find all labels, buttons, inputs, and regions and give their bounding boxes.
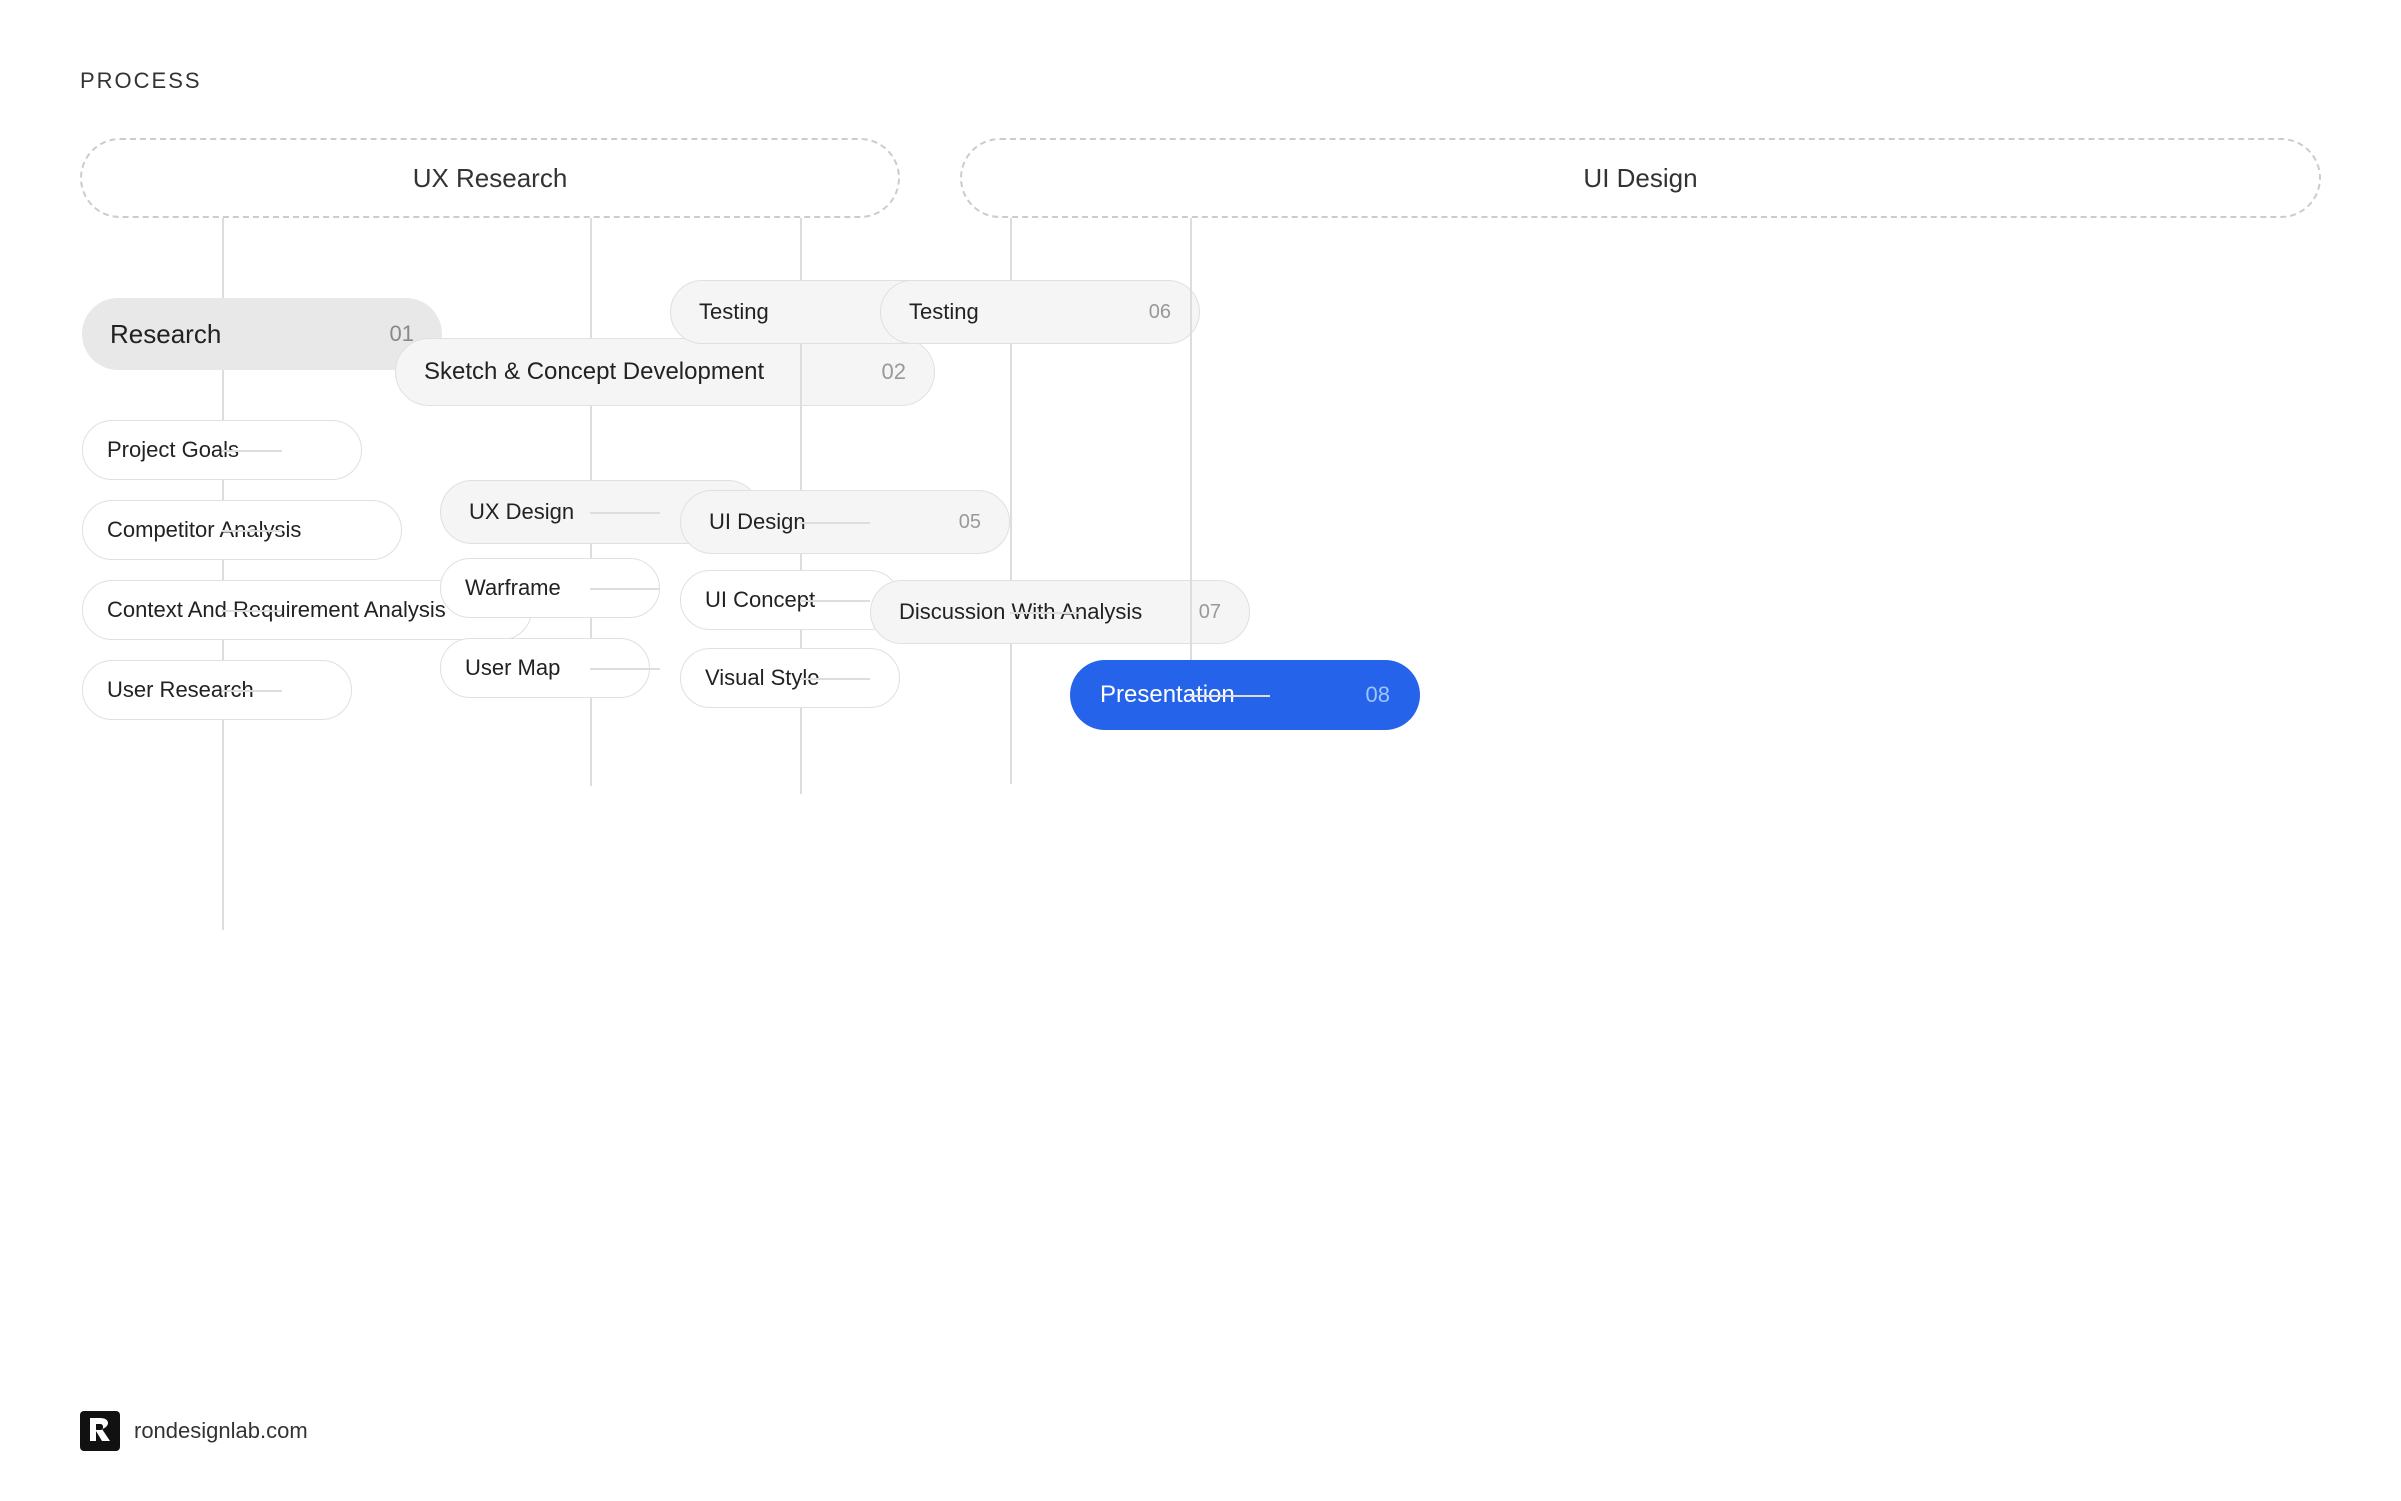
node-user-map-label: User Map [465, 655, 560, 681]
node-sketch-label: Sketch & Concept Development [424, 358, 764, 386]
footer: rondesignlab.com [80, 1411, 308, 1451]
vline-testing06-main [1010, 344, 1012, 784]
node-research-label: Research [110, 319, 221, 350]
category-ux-label: UX Research [80, 138, 900, 218]
hline-warframe [590, 588, 660, 590]
node-ux-design-label: UX Design [469, 499, 574, 525]
vline-testing06-top [1010, 218, 1012, 280]
hline-user-map [590, 668, 660, 670]
hline-discussion [1010, 612, 1080, 614]
hline-ui-design-05 [800, 522, 870, 524]
hline-project-goals [222, 450, 282, 452]
hline-ux-design [590, 512, 660, 514]
node-warframe-label: Warframe [465, 575, 561, 601]
vline-col1-top [222, 218, 224, 298]
node-discussion-num: 07 [1199, 601, 1221, 624]
node-ui-concept-label: UI Concept [705, 587, 815, 613]
node-ui-design-05-num: 05 [959, 511, 981, 534]
node-ui-design-05-label: UI Design [709, 509, 806, 535]
node-testing-06-label: Testing [909, 299, 979, 325]
hline-visual-style [800, 678, 870, 680]
category-ui-design: UI Design [960, 138, 2321, 218]
node-project-goals-label: Project Goals [107, 437, 239, 463]
vline-presentation-top [1190, 218, 1192, 674]
hline-user-research [222, 690, 282, 692]
hline-presentation [1190, 695, 1270, 697]
logo-icon [80, 1411, 120, 1451]
node-sketch-num: 02 [882, 359, 906, 385]
hline-competitor [222, 530, 282, 532]
vline-col4-main [800, 344, 802, 794]
node-sketch: Sketch & Concept Development 02 [395, 338, 935, 406]
page-title: PROCESS [80, 68, 202, 94]
category-ui-label: UI Design [960, 138, 2321, 218]
node-testing-06-num: 06 [1149, 301, 1171, 324]
hline-ui-concept [800, 600, 870, 602]
footer-url: rondesignlab.com [134, 1418, 308, 1444]
node-presentation-num: 08 [1366, 682, 1390, 708]
vline-col3-top [590, 218, 592, 338]
category-ux-research: UX Research [80, 138, 900, 218]
node-testing-06: Testing 06 [880, 280, 1200, 344]
hline-context [222, 610, 282, 612]
vline-testing04-top [800, 218, 802, 280]
node-testing-04-label: Testing [699, 299, 769, 325]
node-user-research: User Research [82, 660, 352, 720]
node-research: Research 01 [82, 298, 442, 370]
